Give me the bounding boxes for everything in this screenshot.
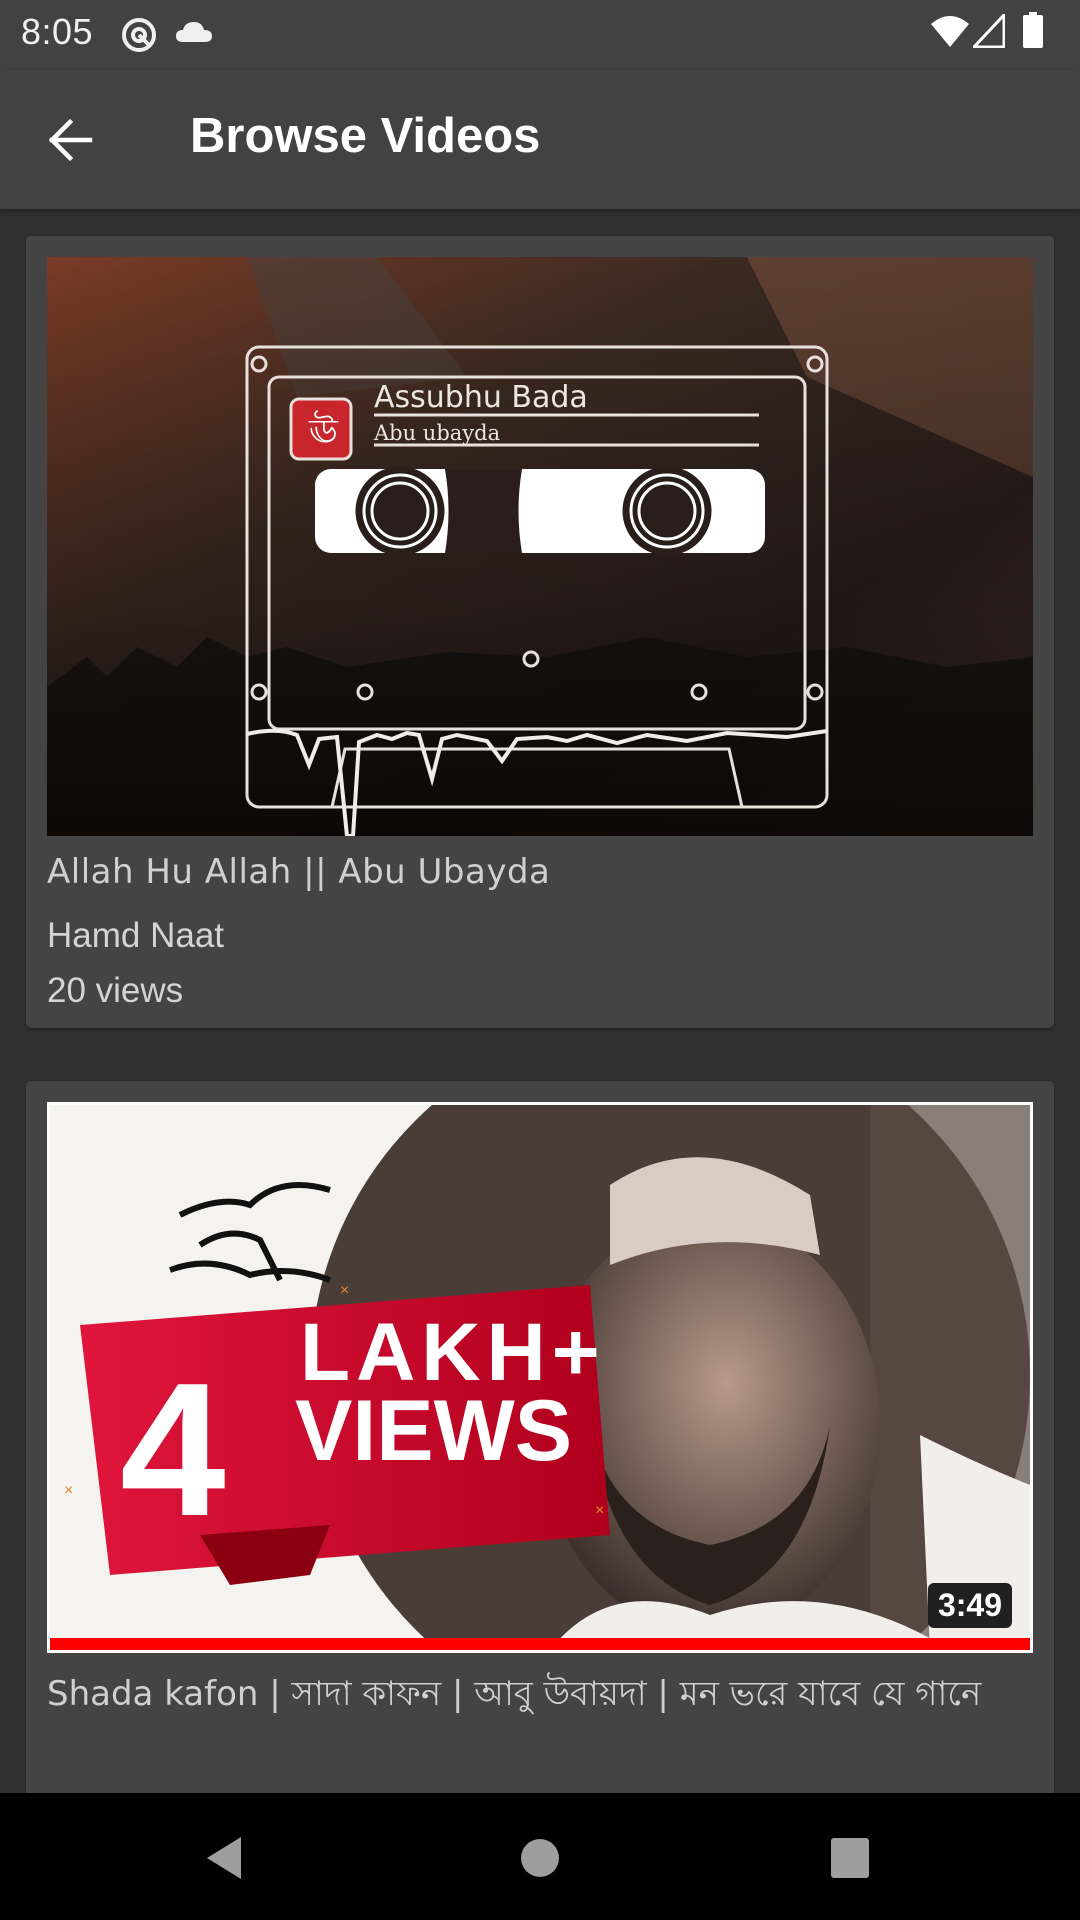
svg-text:×: × [340, 1282, 349, 1299]
back-triangle-icon [207, 1837, 241, 1879]
back-button[interactable] [40, 110, 100, 170]
video-thumbnail[interactable]: ঊ Assubhu Bada Abu ubayda [47, 257, 1033, 836]
cloud-icon [175, 20, 213, 49]
system-nav-bar [0, 1793, 1080, 1920]
wifi-icon [930, 14, 970, 53]
at-sign-icon [120, 16, 158, 59]
page-title: Browse Videos [190, 109, 541, 163]
video-list[interactable]: ঊ Assubhu Bada Abu ubayda Allah Hu Allah… [0, 209, 1080, 1793]
video-card[interactable]: ঊ Assubhu Bada Abu ubayda Allah Hu Allah… [26, 236, 1054, 1028]
app-bar: Browse Videos [0, 70, 1080, 209]
watched-progress-bar [50, 1638, 1030, 1650]
nav-recents-button[interactable] [810, 1823, 890, 1893]
svg-text:×: × [595, 1502, 604, 1519]
video-title[interactable]: Allah Hu Allah || Abu Ubayda [47, 845, 1007, 899]
ribbon-line2: VIEWS [295, 1383, 572, 1479]
cassette-artist: Abu ubayda [373, 421, 500, 445]
video-title[interactable]: Shada kafon | সাদা কাফন | আবু উবায়দা | … [47, 1667, 1007, 1721]
svg-text:×: × [64, 1482, 73, 1499]
video-views: 20 views [47, 971, 184, 1010]
nav-home-button[interactable] [500, 1823, 580, 1893]
video-thumbnail[interactable]: 4 LAKH+ VIEWS × × × 3:49 [47, 1102, 1033, 1653]
svg-text:ঊ: ঊ [308, 410, 339, 452]
video-card[interactable]: 4 LAKH+ VIEWS × × × 3:49 Shada kafon | স… [26, 1081, 1054, 1793]
home-circle-icon [521, 1839, 559, 1877]
status-time: 8:05 [21, 11, 94, 52]
duration-badge: 3:49 [927, 1583, 1012, 1628]
status-bar: 8:05 [0, 0, 1080, 70]
battery-icon [1023, 12, 1043, 53]
cassette-title: Assubhu Bada [374, 380, 588, 415]
arrow-back-icon [48, 118, 93, 162]
video-category: Hamd Naat [47, 916, 225, 955]
nav-back-button[interactable] [185, 1823, 265, 1893]
recents-square-icon [831, 1838, 869, 1878]
ribbon-number: 4 [120, 1344, 226, 1556]
cellular-signal-icon [970, 11, 1006, 53]
